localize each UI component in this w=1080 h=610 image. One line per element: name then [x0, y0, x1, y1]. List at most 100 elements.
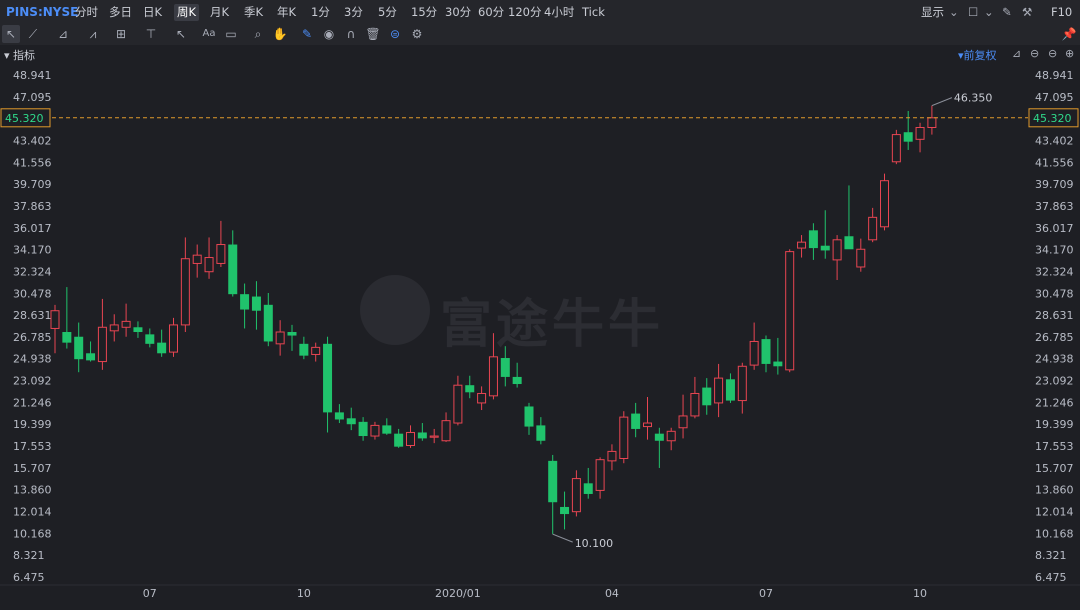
- candle-body-up: [607, 450, 617, 462]
- y-tick-label-right: 21.246: [1035, 396, 1074, 409]
- y-tick-label-right: 26.785: [1035, 331, 1074, 344]
- candle-body-down: [844, 236, 854, 250]
- y-tick-label-right: 47.095: [1035, 91, 1074, 104]
- candle-body-up: [714, 377, 724, 404]
- candle-body-up: [785, 251, 795, 371]
- y-tick-label-right: 43.402: [1035, 134, 1074, 147]
- candle-body-up: [275, 331, 285, 345]
- candle-body-down: [631, 413, 641, 429]
- candle-body-down: [820, 245, 830, 251]
- candle-body-down: [62, 332, 72, 343]
- x-tick-label: 2020/01: [435, 587, 481, 600]
- y-tick-label-right: 34.170: [1035, 244, 1074, 257]
- candle-body-up: [690, 392, 700, 417]
- candle-body-down: [287, 332, 297, 336]
- low-annotation-leader: [552, 533, 573, 543]
- candle-body-down: [157, 342, 167, 354]
- overlay: 45.320 45.320 46.350 10.100: [0, 92, 1079, 550]
- y-tick-label-left: 17.553: [13, 440, 52, 453]
- y-tick-label-right: 30.478: [1035, 287, 1074, 300]
- y-tick-label-left: 19.399: [13, 418, 52, 431]
- candle-body-down: [394, 433, 404, 447]
- candle-body-down: [86, 353, 96, 361]
- y-tick-label-left: 47.095: [13, 91, 52, 104]
- y-tick-label-left: 21.246: [13, 396, 52, 409]
- y-tick-label-left: 13.860: [13, 484, 52, 497]
- candle-body-down: [548, 460, 558, 503]
- candle-body-up: [832, 239, 842, 261]
- candle-body-down: [500, 358, 510, 377]
- candle-body-down: [417, 432, 427, 439]
- y-tick-label-right: 17.553: [1035, 440, 1074, 453]
- candle-body-up: [891, 134, 901, 163]
- candle-body-down: [465, 385, 475, 393]
- y-axis-left: 48.941 47.095 43.402 41.556 39.709 37.863 36.0…: [13, 69, 52, 584]
- candle-body-down: [228, 244, 238, 295]
- candle-body-up: [595, 459, 605, 491]
- candle-body-up: [797, 241, 807, 249]
- y-tick-label-left: 24.938: [13, 353, 52, 366]
- candle-body-up: [666, 430, 676, 442]
- y-tick-label-right: 13.860: [1035, 484, 1074, 497]
- y-tick-label-left: 26.785: [13, 331, 52, 344]
- candle-body-up: [204, 257, 214, 273]
- candle-body-up: [180, 258, 190, 326]
- y-tick-label-left: 39.709: [13, 178, 52, 191]
- y-tick-label-right: 37.863: [1035, 200, 1074, 213]
- y-tick-label-right: 36.017: [1035, 222, 1074, 235]
- x-tick-label: 04: [605, 587, 619, 600]
- y-tick-label-right: 10.168: [1035, 527, 1074, 540]
- candle-body-down: [74, 336, 84, 360]
- y-tick-label-left: 23.092: [13, 375, 52, 388]
- y-tick-label-right: 24.938: [1035, 353, 1074, 366]
- candle-body-down: [654, 433, 664, 441]
- candle-body-up: [441, 420, 451, 442]
- y-tick-label-left: 12.014: [13, 506, 52, 519]
- candle-body-down: [334, 412, 344, 420]
- y-tick-label-left: 48.941: [13, 69, 52, 82]
- candle-body-up: [856, 248, 866, 268]
- candle-body-up: [619, 416, 629, 459]
- y-tick-label-left: 15.707: [13, 462, 52, 475]
- y-tick-label-left: 10.168: [13, 527, 52, 540]
- candle-body-up: [868, 216, 878, 241]
- candle-body-up: [50, 310, 60, 329]
- candle-body-up: [643, 422, 652, 428]
- candle-body-down: [583, 483, 593, 494]
- candle-body-up: [370, 424, 380, 437]
- candle-body-down: [299, 343, 309, 356]
- candlestick-chart[interactable]: 48.941 47.095 43.402 41.556 39.709 37.863 36.0…: [0, 0, 1080, 610]
- candle-body-down: [512, 376, 522, 385]
- candle-body-up: [678, 415, 688, 429]
- y-tick-label-right: 12.014: [1035, 506, 1074, 519]
- y-tick-label-right: 23.092: [1035, 375, 1074, 388]
- candle-body-down: [263, 304, 273, 342]
- y-tick-label-left: 28.631: [13, 309, 52, 322]
- candle-body-down: [240, 294, 250, 310]
- candle-body-up: [429, 435, 439, 438]
- candle-body-up: [927, 117, 937, 128]
- y-tick-label-left: 8.321: [13, 549, 45, 562]
- y-tick-label-right: 28.631: [1035, 309, 1074, 322]
- candle-body-up: [488, 356, 498, 397]
- candle-body-up: [109, 324, 119, 332]
- y-tick-label-right: 19.399: [1035, 418, 1074, 431]
- current-price-label-right: 45.320: [1033, 112, 1072, 125]
- candle-body-up: [737, 365, 747, 402]
- x-tick-label: 10: [297, 587, 311, 600]
- candle-body-down: [133, 327, 143, 333]
- y-tick-label-right: 39.709: [1035, 178, 1074, 191]
- candle-body-up: [749, 340, 759, 366]
- candle-body-up: [311, 346, 321, 355]
- x-axis: 07 10 2020/01 04 07 10: [143, 587, 927, 600]
- y-tick-label-left: 34.170: [13, 244, 52, 257]
- candle-body-up: [915, 126, 925, 140]
- y-tick-label-right: 48.941: [1035, 69, 1074, 82]
- y-tick-label-left: 32.324: [13, 265, 52, 278]
- candle-body-down: [773, 361, 783, 367]
- y-tick-label-left: 37.863: [13, 200, 52, 213]
- candle-body-down: [323, 343, 333, 413]
- candle-body-up: [477, 392, 487, 404]
- candles: [50, 105, 937, 535]
- y-tick-label-right: 15.707: [1035, 462, 1074, 475]
